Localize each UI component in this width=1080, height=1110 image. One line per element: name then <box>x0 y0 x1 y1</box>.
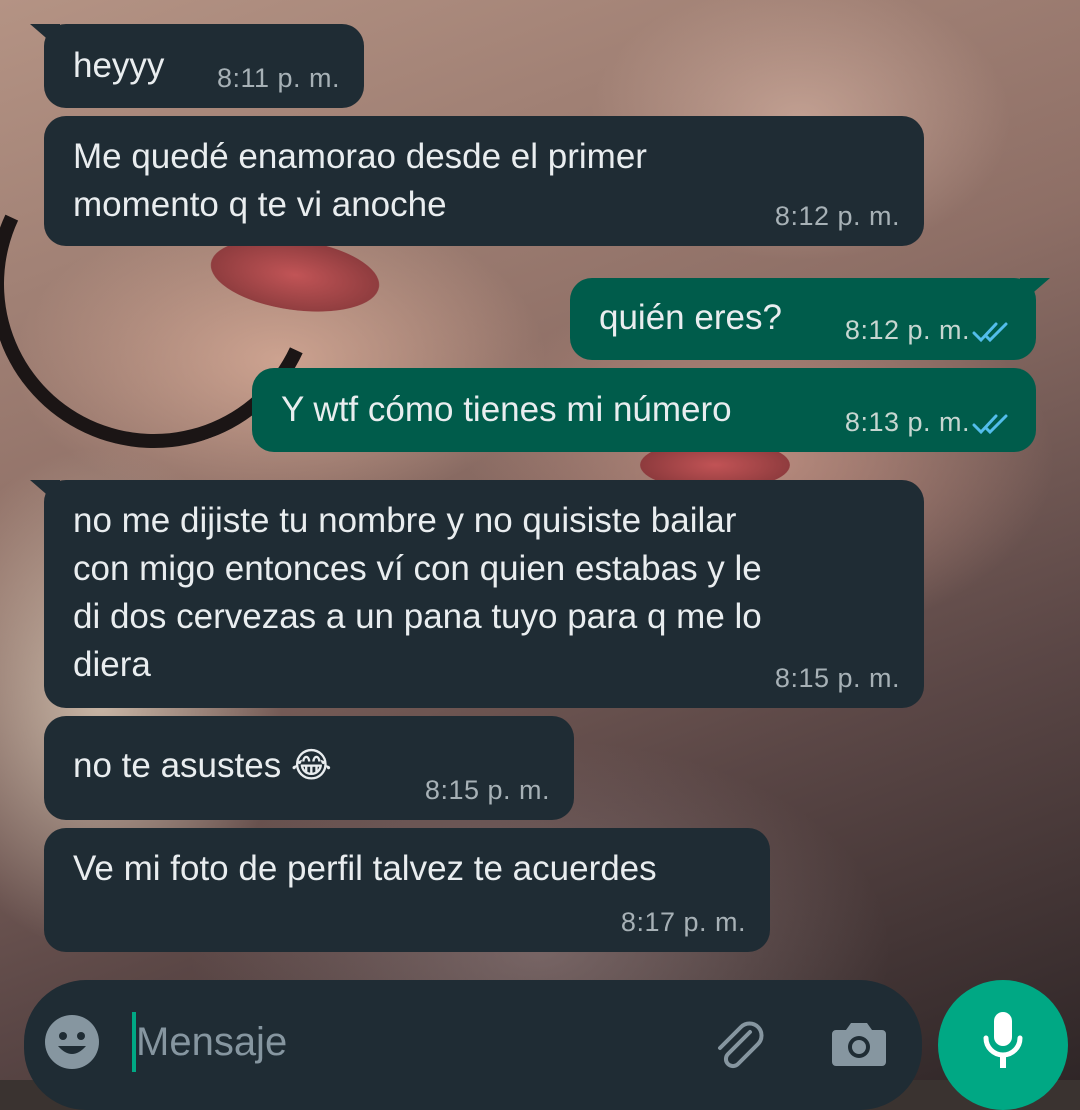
camera-icon[interactable] <box>830 1018 888 1070</box>
message-bubble-incoming[interactable]: heyyy 8:11 p. m. <box>30 24 364 108</box>
read-receipt-icon <box>972 322 1008 343</box>
emoji-icon[interactable] <box>44 1014 100 1070</box>
message-text: Y wtf cómo tienes mi número <box>281 390 732 429</box>
message-bubble-outgoing[interactable]: quién eres? 8:12 p. m. <box>570 278 1050 360</box>
message-time: 8:15 p. m. <box>774 663 900 693</box>
message-composer[interactable]: Mensaje <box>24 980 922 1110</box>
message-time: 8:13 p. m. <box>844 407 970 437</box>
microphone-icon <box>983 1012 1023 1068</box>
message-text: no me dijiste tu nombre y no quisiste ba… <box>73 501 762 684</box>
message-text: no te asustes 😂 <box>73 746 332 785</box>
message-time: 8:12 p. m. <box>774 201 900 231</box>
message-bubble-incoming[interactable]: Ve mi foto de perfil talvez te acuerdes … <box>44 828 770 952</box>
paperclip-icon[interactable] <box>710 1016 766 1072</box>
message-time: 8:15 p. m. <box>424 775 550 805</box>
message-bubble-outgoing[interactable]: Y wtf cómo tienes mi número 8:13 p. m. <box>252 368 1036 452</box>
voice-record-button[interactable] <box>938 980 1068 1110</box>
message-time: 8:11 p. m. <box>216 63 340 93</box>
message-input[interactable]: Mensaje <box>136 1020 287 1065</box>
message-text: Me quedé enamorao desde el primer moment… <box>73 137 647 224</box>
message-time: 8:12 p. m. <box>844 315 970 345</box>
read-receipt-icon <box>972 414 1008 435</box>
message-time: 8:17 p. m. <box>620 907 746 937</box>
message-bubble-incoming[interactable]: Me quedé enamorao desde el primer moment… <box>44 116 924 246</box>
message-bubble-incoming[interactable]: no me dijiste tu nombre y no quisiste ba… <box>30 480 924 708</box>
message-bubble-incoming[interactable]: no te asustes 😂 8:15 p. m. <box>44 716 574 820</box>
message-text: Ve mi foto de perfil talvez te acuerdes <box>73 849 657 888</box>
